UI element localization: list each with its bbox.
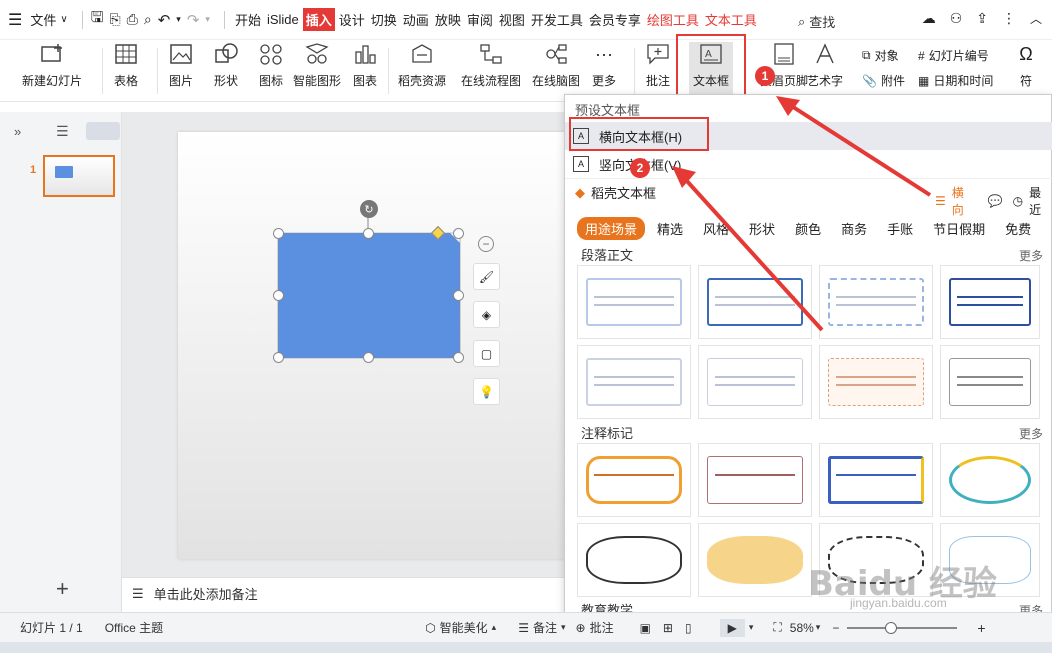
zoom-slider[interactable]	[847, 621, 958, 634]
chevron-down-icon: ▾	[560, 622, 566, 632]
slide-sorter-icon[interactable]: ⊞	[663, 621, 673, 635]
watermark-url: jingyan.baidu.com	[850, 596, 947, 610]
chevron-up-icon: ▴	[491, 622, 497, 632]
comments-toggle-label: 批注	[589, 621, 614, 635]
smart-beautify-label: 智能美化	[439, 621, 488, 635]
zoom-in-icon[interactable]: +	[977, 620, 985, 636]
comment-add-icon: ⊕	[575, 620, 586, 635]
normal-view-icon[interactable]: ▣	[640, 621, 651, 635]
zoom-out-icon[interactable]: −	[832, 621, 839, 635]
step-badge-2: 2	[630, 158, 650, 178]
reading-view-icon[interactable]: ▯	[685, 621, 692, 635]
taskbar-strip	[0, 642, 1052, 653]
step-badge-1: 1	[755, 66, 775, 86]
play-icon[interactable]: ▶	[719, 618, 745, 637]
zoom-level[interactable]: 58%	[790, 621, 814, 635]
notes-toggle-icon: ☰	[518, 620, 529, 635]
notes-toggle-label: 备注	[532, 621, 557, 635]
fit-window-icon[interactable]: ⛶	[773, 620, 781, 635]
comments-toggle-button[interactable]: ⊕ 批注	[576, 619, 614, 636]
slide-count: 幻灯片 1 / 1	[20, 621, 83, 635]
theme-name[interactable]: Office 主题	[105, 619, 163, 636]
notes-toggle-button[interactable]: ☰ 备注 ▾	[518, 619, 565, 636]
zoom-dropdown-icon[interactable]: ▾	[816, 622, 821, 633]
play-dropdown-icon[interactable]: ▾	[749, 622, 754, 633]
cube-icon: ⬡	[425, 620, 436, 635]
status-bar: 幻灯片 1 / 1 Office 主题 ⬡ 智能美化 ▴ ☰ 备注 ▾ ⊕ 批注…	[0, 612, 1052, 642]
zoom-slider-knob[interactable]	[885, 621, 898, 634]
smart-beautify-button[interactable]: ⬡ 智能美化 ▴	[425, 619, 496, 636]
